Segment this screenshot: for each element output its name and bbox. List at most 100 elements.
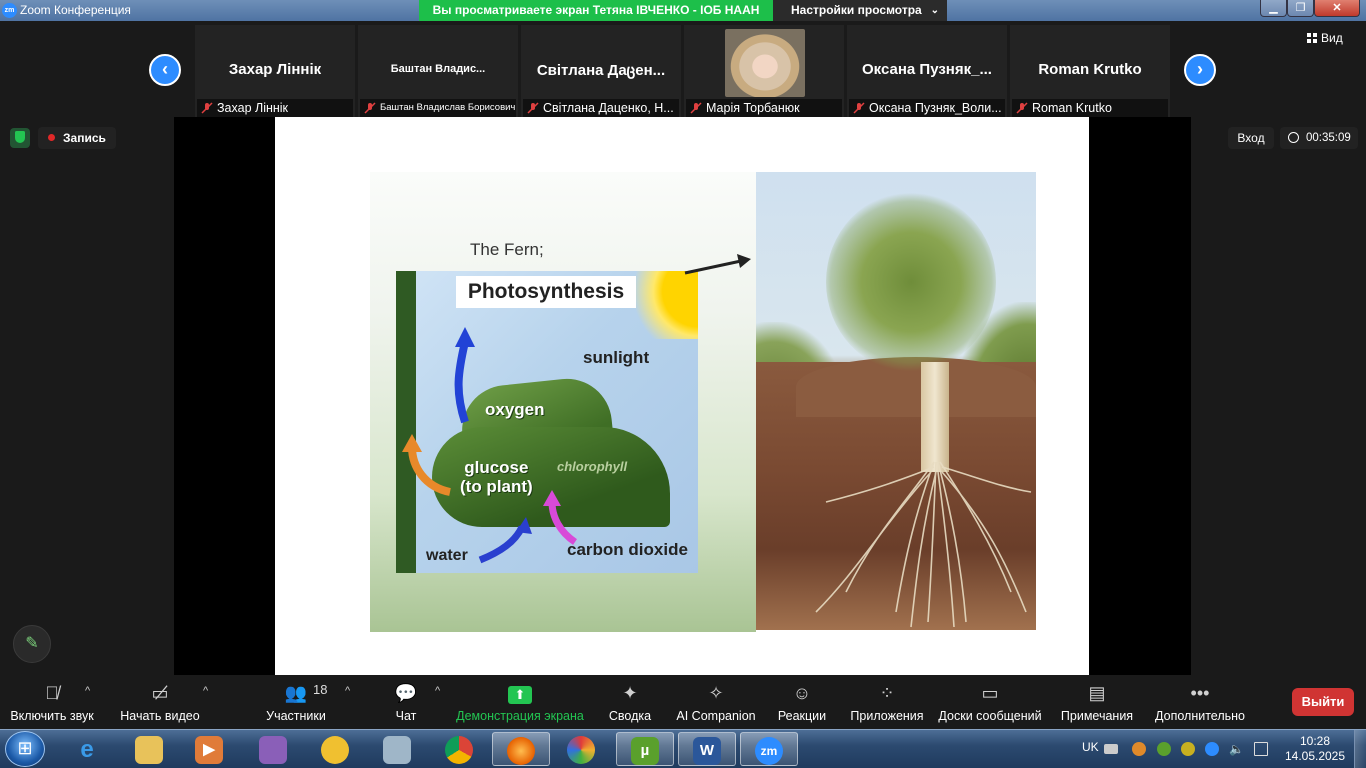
taskbar-calculator[interactable] xyxy=(368,732,426,766)
chat-label: Чат xyxy=(395,709,417,723)
apps-button[interactable]: ⁘ Приложения xyxy=(848,681,926,723)
more-dots-icon: ••• xyxy=(1190,683,1210,703)
taskbar-explorer[interactable] xyxy=(120,732,178,766)
timer-value: 00:35:09 xyxy=(1306,132,1351,144)
internet-explorer-icon: e xyxy=(80,735,94,763)
annotate-pencil-button[interactable]: ✎ xyxy=(13,625,51,663)
chevron-up-icon[interactable]: ^ xyxy=(85,685,90,697)
participant-tile[interactable]: Світлана Даცен... Світлана Даценко, Н... xyxy=(521,25,681,117)
chevron-up-icon[interactable]: ^ xyxy=(203,685,208,697)
participant-tile[interactable]: Баштан Владис... Баштан Владислав Борисо… xyxy=(358,25,518,117)
maximize-button[interactable]: ❐ xyxy=(1287,0,1314,17)
start-button[interactable] xyxy=(5,731,45,767)
grid-view-icon xyxy=(1307,33,1317,43)
minimize-button[interactable]: ▁ xyxy=(1260,0,1287,17)
reactions-button[interactable]: ☺ Реакции xyxy=(777,681,827,723)
close-button[interactable]: ✕ xyxy=(1314,0,1360,17)
participant-name-display: Баштан Владис... xyxy=(390,63,486,75)
clock-time: 10:28 xyxy=(1299,734,1331,748)
chrome-icon xyxy=(445,735,473,764)
summary-label: Сводка xyxy=(608,709,652,723)
participant-name-label: Марія Торбанюк xyxy=(686,99,842,117)
firefox-icon xyxy=(507,736,535,765)
color-app-icon xyxy=(567,735,595,764)
taskbar-app[interactable] xyxy=(306,732,364,766)
taskbar-firefox[interactable] xyxy=(492,732,550,766)
chat-icon: 💬 xyxy=(394,683,418,703)
zoom-logo-icon: zm xyxy=(2,3,17,18)
network-icon[interactable] xyxy=(1254,742,1268,756)
recording-dot-icon xyxy=(48,134,55,141)
muted-mic-icon xyxy=(527,102,539,114)
start-video-label: Начать видео xyxy=(120,709,200,723)
taskbar-word[interactable]: W xyxy=(678,732,736,766)
show-desktop-button[interactable] xyxy=(1354,730,1366,768)
utorrent-tray-icon[interactable] xyxy=(1157,742,1171,756)
view-button[interactable]: Вид xyxy=(1307,31,1343,45)
notes-icon: ▤ xyxy=(1088,683,1106,703)
photosynthesis-diagram: The Fern; Photosynthesis sunlight oxygen… xyxy=(370,172,756,632)
arrow-right-icon xyxy=(684,254,751,275)
participant-tile[interactable]: Roman Krutko Roman Krutko xyxy=(1010,25,1170,117)
participant-tile[interactable]: Оксана Пузняк_... Оксана Пузняк_Воли... xyxy=(847,25,1007,117)
volume-icon[interactable]: 🔈 xyxy=(1229,742,1244,756)
word-icon: W xyxy=(693,736,721,765)
tray-app-icon[interactable] xyxy=(1132,742,1146,756)
summary-button[interactable]: ✦ Сводка xyxy=(608,681,652,723)
keyboard-icon[interactable] xyxy=(1104,744,1118,754)
tray-app-icon[interactable] xyxy=(1181,742,1195,756)
participant-name-display: Світлана Даცен... xyxy=(536,62,666,79)
participant-name-label: Захар Ліннік xyxy=(197,99,353,117)
windows-taskbar: e ▶ µ W zm UK 🔈 10:28 14.05.2025 xyxy=(0,729,1366,768)
taskbar-clock[interactable]: 10:28 14.05.2025 xyxy=(1282,734,1348,764)
view-settings-label: Настройки просмотра xyxy=(791,3,922,17)
unmute-button[interactable]: 🎙̸ Включить звук xyxy=(10,681,94,723)
fern-roots-photo xyxy=(756,172,1036,630)
participant-name-display: Roman Krutko xyxy=(1038,61,1142,78)
taskbar-chrome[interactable] xyxy=(430,732,488,766)
media-player-icon: ▶ xyxy=(195,735,223,764)
muted-mic-icon: 🎙̸ xyxy=(45,683,59,703)
chevron-down-icon: ⌄ xyxy=(930,5,939,16)
taskbar-zoom[interactable]: zm xyxy=(740,732,798,766)
enter-button[interactable]: Вход xyxy=(1228,127,1274,149)
start-video-button[interactable]: ▭̸ Начать видео xyxy=(120,681,200,723)
next-page-button[interactable]: › xyxy=(1184,54,1216,86)
taskbar-utorrent[interactable]: µ xyxy=(616,732,674,766)
taskbar-media[interactable]: ▶ xyxy=(180,732,238,766)
ai-companion-label: AI Companion xyxy=(676,709,756,723)
label-carbon-dioxide: carbon dioxide xyxy=(567,540,688,559)
participant-tile[interactable]: Марія Торбанюк xyxy=(684,25,844,117)
chevron-up-icon[interactable]: ^ xyxy=(435,685,440,697)
participant-tile[interactable]: Захар Ліннік Захар Ліннік xyxy=(195,25,355,117)
share-screen-button[interactable]: ⬆ Демонстрация экрана xyxy=(456,681,584,723)
share-screen-label: Демонстрация экрана xyxy=(456,709,584,723)
taskbar-save[interactable] xyxy=(244,732,302,766)
previous-page-button[interactable]: ‹ xyxy=(149,54,181,86)
emoji-icon: ☺ xyxy=(792,683,812,703)
muted-mic-icon xyxy=(201,102,213,114)
participant-name-label: Roman Krutko xyxy=(1012,99,1168,117)
chat-button[interactable]: 💬 Чат xyxy=(390,681,422,723)
taskbar-ie[interactable]: e xyxy=(58,732,116,766)
view-settings-dropdown[interactable]: Настройки просмотра ⌄ xyxy=(773,0,947,21)
leave-button[interactable]: Выйти xyxy=(1292,688,1354,716)
chevron-up-icon[interactable]: ^ xyxy=(345,685,350,697)
ai-companion-button[interactable]: ✧ AI Companion xyxy=(676,681,756,723)
screen-share-banner: Вы просматриваете экран Тетяна ІВЧЕНКО -… xyxy=(419,0,773,21)
more-button[interactable]: ••• Дополнительно xyxy=(1154,681,1246,723)
window-title: Zoom Конференция xyxy=(20,3,131,17)
zoom-icon: zm xyxy=(755,736,783,765)
taskbar-app2[interactable] xyxy=(552,732,610,766)
recording-indicator[interactable]: Запись xyxy=(38,127,116,149)
notes-button[interactable]: ▤ Примечания xyxy=(1060,681,1134,723)
whiteboards-button[interactable]: ▭ Доски сообщений xyxy=(937,681,1043,723)
view-button-label: Вид xyxy=(1321,31,1343,45)
label-oxygen: oxygen xyxy=(485,400,545,419)
utorrent-icon: µ xyxy=(631,736,659,765)
security-shield-icon[interactable] xyxy=(10,128,30,148)
video-off-icon: ▭̸ xyxy=(151,683,169,703)
language-indicator[interactable]: UK xyxy=(1082,740,1099,754)
zoom-tray-icon[interactable] xyxy=(1205,742,1219,756)
presentation-slide: The Fern; Photosynthesis sunlight oxygen… xyxy=(275,117,1089,675)
